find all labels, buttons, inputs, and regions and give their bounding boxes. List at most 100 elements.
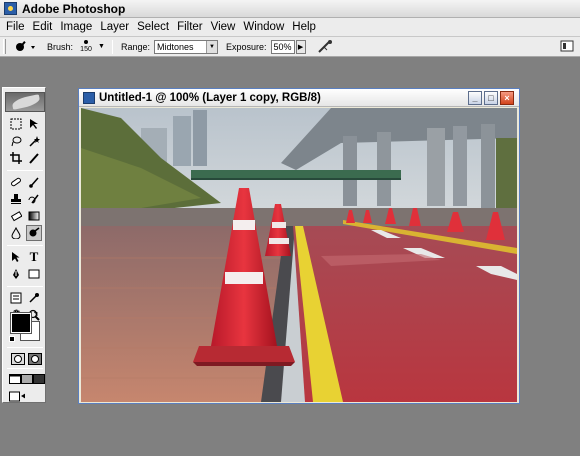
menu-filter[interactable]: Filter bbox=[173, 21, 207, 33]
menu-file[interactable]: File bbox=[2, 21, 29, 33]
feather-logo-icon bbox=[11, 94, 41, 110]
range-label: Range: bbox=[120, 41, 150, 52]
dodge-burn-tool[interactable] bbox=[26, 225, 42, 241]
rectangle-shape-icon bbox=[28, 269, 40, 279]
range-select[interactable]: Midtones ▼ bbox=[153, 39, 218, 54]
brush-picker[interactable]: 150 bbox=[77, 38, 95, 56]
type-tool[interactable]: T bbox=[26, 249, 42, 265]
foreground-color-swatch[interactable] bbox=[10, 312, 32, 334]
arrow-pointer-icon bbox=[12, 252, 20, 262]
toolbox-divider bbox=[7, 368, 43, 369]
burn-tool-icon bbox=[16, 40, 35, 51]
default-colors-icon[interactable] bbox=[9, 336, 15, 342]
bandage-icon bbox=[11, 177, 21, 187]
exposure-input[interactable]: 50% bbox=[270, 39, 295, 54]
palette-well-button[interactable] bbox=[560, 39, 574, 53]
crop-tool[interactable] bbox=[8, 150, 24, 166]
app-title: Adobe Photoshop bbox=[22, 1, 126, 16]
move-tool[interactable] bbox=[26, 116, 42, 132]
menu-layer[interactable]: Layer bbox=[96, 21, 133, 33]
exposure-label: Exposure: bbox=[225, 41, 267, 52]
menu-view[interactable]: View bbox=[207, 21, 240, 33]
type-icon: T bbox=[29, 249, 39, 264]
quick-mask-button[interactable] bbox=[27, 351, 43, 367]
history-brush-icon bbox=[28, 194, 39, 204]
menu-image[interactable]: Image bbox=[56, 21, 96, 33]
clone-stamp-tool[interactable] bbox=[8, 191, 24, 207]
brush-dropdown-arrow-icon[interactable]: ▼ bbox=[98, 43, 105, 50]
standard-mode-button[interactable] bbox=[10, 351, 26, 367]
blur-tool[interactable] bbox=[8, 225, 24, 241]
brush-tool[interactable] bbox=[26, 174, 42, 190]
document-window: Untitled-1 @ 100% (Layer 1 copy, RGB/8) … bbox=[78, 88, 520, 404]
pen-icon bbox=[13, 269, 19, 279]
pen-tool[interactable] bbox=[8, 266, 24, 282]
toolbox: T ↰ bbox=[2, 87, 46, 403]
chevron-down-icon: ▼ bbox=[205, 40, 217, 53]
brush-icon bbox=[29, 177, 39, 188]
gradient-tool[interactable] bbox=[26, 208, 42, 224]
swap-colors-icon[interactable]: ↰ bbox=[33, 310, 39, 318]
photo-traffic-cones-road bbox=[81, 108, 517, 402]
options-bar: Brush: 150 ▼ Range: Midtones ▼ Exposure:… bbox=[0, 36, 580, 57]
eyedropper-icon bbox=[29, 293, 39, 303]
document-title: Untitled-1 @ 100% (Layer 1 copy, RGB/8) bbox=[99, 91, 321, 104]
airbrush-toggle[interactable] bbox=[316, 39, 334, 55]
marquee-icon bbox=[10, 118, 22, 130]
lasso-icon bbox=[11, 136, 22, 147]
jump-to-imageready-button[interactable] bbox=[9, 388, 25, 404]
range-value: Midtones bbox=[156, 41, 194, 52]
photoshop-logo-icon bbox=[4, 2, 17, 15]
shape-tool[interactable] bbox=[26, 266, 42, 282]
eyedropper-tool[interactable] bbox=[26, 290, 42, 306]
water-drop-icon bbox=[11, 227, 21, 239]
image-canvas[interactable] bbox=[81, 108, 517, 402]
brush-label: Brush: bbox=[47, 41, 74, 52]
healing-brush-tool[interactable] bbox=[8, 174, 24, 190]
menu-bar: File Edit Image Layer Select Filter View… bbox=[0, 18, 580, 36]
document-title-bar[interactable]: Untitled-1 @ 100% (Layer 1 copy, RGB/8) … bbox=[79, 89, 519, 107]
toolbox-divider bbox=[7, 245, 43, 246]
slice-tool[interactable] bbox=[26, 150, 42, 166]
brush-tip-icon bbox=[84, 39, 89, 44]
standard-mode-icon bbox=[11, 353, 25, 365]
minimize-button[interactable]: _ bbox=[468, 91, 482, 105]
burn-tool-icon bbox=[29, 227, 40, 237]
palette-well-icon bbox=[560, 40, 574, 52]
menu-select[interactable]: Select bbox=[133, 21, 173, 33]
marquee-tool[interactable] bbox=[8, 116, 24, 132]
brush-size: 150 bbox=[80, 45, 92, 53]
slice-icon bbox=[29, 153, 39, 164]
toolbox-divider bbox=[7, 170, 43, 171]
airbrush-icon bbox=[317, 39, 332, 53]
crop-icon bbox=[10, 152, 22, 164]
note-icon bbox=[10, 292, 22, 304]
imageready-icon bbox=[9, 391, 25, 402]
options-bar-grip[interactable] bbox=[3, 39, 6, 54]
move-icon bbox=[30, 119, 38, 129]
menu-edit[interactable]: Edit bbox=[29, 21, 57, 33]
magic-wand-icon bbox=[29, 136, 40, 147]
close-button[interactable]: × bbox=[500, 91, 514, 105]
eraser-tool[interactable] bbox=[8, 208, 24, 224]
toolbox-divider bbox=[7, 347, 43, 348]
full-screen-mode-button[interactable] bbox=[31, 371, 47, 387]
options-separator bbox=[111, 39, 113, 54]
lasso-tool[interactable] bbox=[8, 133, 24, 149]
app-title-bar: Adobe Photoshop bbox=[0, 0, 580, 18]
toolbox-divider bbox=[7, 286, 43, 287]
history-brush-tool[interactable] bbox=[26, 191, 42, 207]
menu-help[interactable]: Help bbox=[288, 21, 320, 33]
tool-preset-picker[interactable] bbox=[13, 39, 39, 55]
toolbox-header[interactable] bbox=[5, 92, 45, 112]
path-selection-tool[interactable] bbox=[8, 249, 24, 265]
menu-window[interactable]: Window bbox=[239, 21, 288, 33]
maximize-button[interactable]: □ bbox=[484, 91, 498, 105]
exposure-slider-button[interactable]: ▶ bbox=[295, 39, 306, 54]
document-icon bbox=[83, 91, 95, 104]
magic-wand-tool[interactable] bbox=[26, 133, 42, 149]
gradient-icon bbox=[28, 211, 40, 221]
eraser-icon bbox=[10, 211, 22, 222]
stamp-icon bbox=[11, 194, 21, 204]
notes-tool[interactable] bbox=[8, 290, 24, 306]
